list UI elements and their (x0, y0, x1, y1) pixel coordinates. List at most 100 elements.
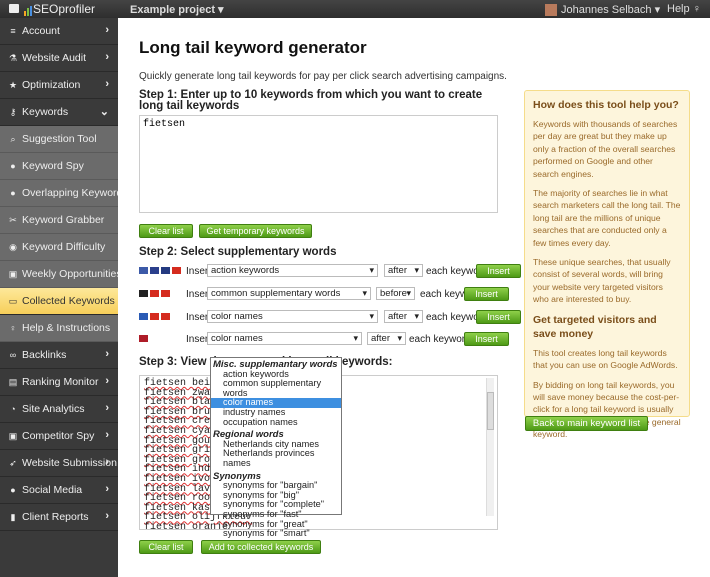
flag-icon (150, 267, 159, 274)
sidebar-item-weekly-opportunities[interactable]: ▣ Weekly Opportunities (0, 261, 122, 288)
get-temporary-keywords-button[interactable]: Get temporary keywords (199, 224, 312, 238)
flags (139, 335, 150, 347)
sidebar-item-label: Account (22, 25, 60, 37)
pie-icon: ◔ (10, 404, 16, 414)
dropdown-option[interactable]: common supplementary words (211, 378, 341, 398)
sidebar-item-keyword-spy[interactable]: ● Keyword Spy (0, 153, 118, 180)
help-paragraph: By bidding on long tail keywords, you wi… (533, 379, 681, 440)
rocket-icon: ➶ (9, 458, 17, 468)
supplementary-words-dropdown[interactable]: Misc. supplemantary words action keywords… (210, 357, 342, 538)
bulb-icon: ♀ (692, 3, 701, 15)
book-icon: ▮ (10, 512, 16, 522)
step1-heading: Step 1: Enter up to 10 keywords from whi… (139, 89, 483, 112)
project-name: Example project (130, 4, 215, 16)
sidebar-item-backlinks[interactable]: ∞ Backlinks › (0, 342, 118, 369)
flags (139, 267, 183, 279)
flag-icon (139, 335, 148, 342)
sidebar-item-client-reports[interactable]: ▮ Client Reports › (0, 504, 118, 531)
supplementary-row: Insert action keywords after each keywor… (139, 263, 521, 281)
sidebar-item-label: Overlapping Keywords (22, 187, 128, 199)
top-bar: SEOprofiler Example project ▾ Johannes S… (0, 0, 710, 18)
sidebar-item-suggestion-tool[interactable]: ⌕ Suggestion Tool (0, 126, 118, 153)
sidebar-item-label: Keywords (22, 106, 69, 118)
flag-icon (161, 267, 170, 274)
flag-icon (139, 290, 148, 297)
sidebar-item-competitor-spy[interactable]: ▣ Competitor Spy › (0, 423, 118, 450)
sidebar-item-label: Website Submission (22, 457, 117, 469)
sidebar-item-help-instructions[interactable]: ♀ Help & Instructions (0, 315, 118, 342)
project-selector[interactable]: Example project ▾ (130, 3, 224, 16)
word-list-select[interactable]: action keywords (207, 264, 378, 277)
link-icon: ∞ (9, 350, 17, 360)
position-select[interactable]: after (384, 264, 423, 277)
insert-button[interactable]: Insert (464, 332, 509, 346)
sidebar-item-keyword-grabber[interactable]: ✂ Keyword Grabber (0, 207, 118, 234)
sidebar-item-label: Weekly Opportunities (22, 268, 122, 280)
menu-icon[interactable] (9, 4, 19, 13)
dropdown-option[interactable]: synonyms for "smart" (211, 528, 341, 539)
results-scrollbar[interactable] (486, 378, 494, 516)
scrollbar-thumb[interactable] (487, 392, 494, 430)
bulb-icon: ♀ (9, 323, 17, 333)
keywords-input[interactable]: fietsen (139, 115, 498, 213)
comment-icon: ● (10, 485, 16, 495)
scissors-icon: ✂ (9, 215, 17, 225)
chevron-icon: › (105, 78, 109, 90)
word-list-select[interactable]: color names (207, 310, 378, 323)
help-paragraph: These unique searches, that usually cons… (533, 257, 671, 305)
chevron-icon: ⌄ (99, 106, 109, 118)
sidebar-item-social-media[interactable]: ● Social Media › (0, 477, 118, 504)
add-to-collected-keywords-button[interactable]: Add to collected keywords (201, 540, 321, 554)
sidebar-item-label: Collected Keywords (22, 295, 115, 307)
logo-text: SEOprofiler (33, 2, 96, 16)
chevron-icon: › (105, 51, 109, 63)
word-list-select[interactable]: common supplementary words (207, 287, 371, 300)
dropdown-option[interactable]: Netherlands provinces names (211, 448, 341, 468)
sidebar-item-label: Social Media (22, 484, 83, 496)
sidebar-item-site-analytics[interactable]: ◔ Site Analytics › (0, 396, 118, 423)
sidebar-item-label: Ranking Monitor (22, 376, 99, 388)
logo[interactable]: SEOprofiler (24, 2, 95, 16)
supplementary-row: Insert color names after each keyword: I… (139, 309, 521, 327)
help-paragraph: This tool creates long tail keywords tha… (533, 347, 678, 371)
insert-button[interactable]: Insert (464, 287, 509, 301)
sidebar-item-optimization[interactable]: ★ Optimization › (0, 72, 118, 99)
position-select[interactable]: after (384, 310, 423, 323)
sidebar-item-label: Site Analytics (22, 403, 85, 415)
clear-list-button-bottom[interactable]: Clear list (139, 540, 193, 554)
sidebar-item-website-audit[interactable]: ⚗ Website Audit › (0, 45, 118, 72)
help-subtitle: Get targeted visitors and save money (533, 313, 657, 340)
help-link[interactable]: Help ♀ (667, 3, 701, 15)
dropdown-option[interactable]: occupation names (211, 417, 341, 428)
list-icon: ≡ (10, 26, 16, 36)
position-select[interactable]: after (367, 332, 406, 345)
flag-icon (150, 313, 159, 320)
sidebar-item-keyword-difficulty[interactable]: ◉ Keyword Difficulty (0, 234, 118, 261)
flag-icon (161, 313, 170, 320)
help-title: How does this tool help you? (533, 99, 679, 111)
inbox-icon: ▭ (8, 296, 18, 306)
user-menu[interactable]: Johannes Selbach ▾ (545, 3, 660, 17)
star-icon: ★ (8, 80, 18, 90)
sidebar-item-keywords[interactable]: ⚷ Keywords ⌄ (0, 99, 118, 126)
sidebar-item-ranking-monitor[interactable]: ▤ Ranking Monitor › (0, 369, 118, 396)
insert-button[interactable]: Insert (476, 264, 521, 278)
sidebar-item-account[interactable]: ≡ Account › (0, 18, 118, 45)
insert-button[interactable]: Insert (476, 310, 521, 324)
intro-text: Quickly generate long tail keywords for … (139, 71, 507, 82)
sidebar-item-overlapping-keywords[interactable]: ● Overlapping Keywords (0, 180, 128, 207)
sidebar-item-collected-keywords[interactable]: ▭ Collected Keywords (0, 288, 118, 315)
clear-list-button[interactable]: Clear list (139, 224, 193, 238)
user-name: Johannes Selbach (561, 4, 652, 16)
word-list-select[interactable]: color names (207, 332, 362, 345)
position-select[interactable]: before (376, 287, 415, 300)
chevron-icon: › (105, 375, 109, 387)
chevron-icon: › (105, 402, 109, 414)
sidebar-item-website-submission[interactable]: ➶ Website Submission › (0, 450, 118, 477)
gauge-icon: ◉ (9, 242, 17, 252)
sidebar-item-label: Help & Instructions (22, 322, 111, 334)
back-to-keyword-list-button[interactable]: Back to main keyword list (525, 416, 648, 431)
sidebar-item-label: Backlinks (22, 349, 67, 361)
help-paragraph: Keywords with thousands of searches per … (533, 119, 678, 179)
flag-icon (161, 290, 170, 297)
